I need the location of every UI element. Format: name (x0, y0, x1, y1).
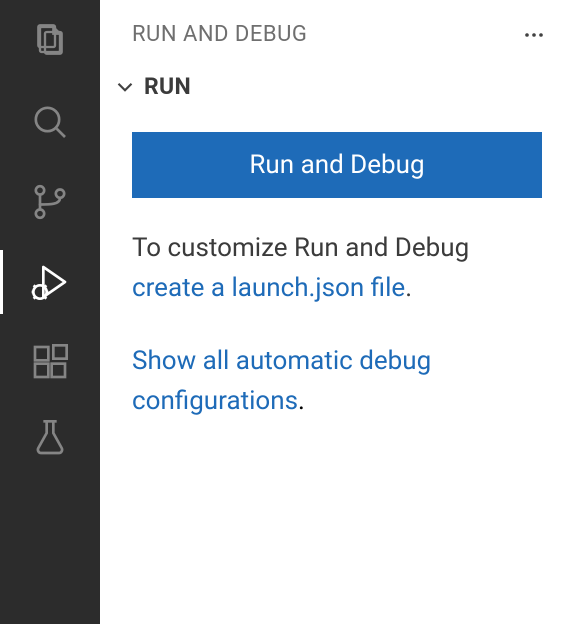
run-section-header[interactable]: RUN (100, 65, 574, 108)
run-section-content: Run and Debug To customize Run and Debug… (100, 108, 574, 421)
customize-help-text: To customize Run and Debug create a laun… (132, 228, 542, 309)
run-section-title: RUN (144, 73, 191, 100)
activity-item-explorer[interactable] (26, 18, 74, 66)
run-and-debug-button[interactable]: Run and Debug (132, 132, 542, 198)
extensions-icon (30, 342, 70, 382)
help-suffix: . (405, 273, 412, 303)
activity-item-extensions[interactable] (26, 338, 74, 386)
activity-item-search[interactable] (26, 98, 74, 146)
run-debug-sidebar: RUN AND DEBUG RUN Run and Debug To custo… (100, 0, 574, 624)
run-debug-icon (30, 262, 70, 302)
show-automatic-configs-link[interactable]: Show all automatic debug configurations (132, 346, 431, 416)
search-icon (30, 102, 70, 142)
help-prefix: To customize Run and Debug (132, 233, 469, 263)
beaker-icon (30, 418, 70, 458)
show-configs-text: Show all automatic debug configurations. (132, 341, 542, 422)
chevron-down-icon (112, 74, 138, 100)
activity-bar (0, 0, 100, 624)
activity-item-testing[interactable] (26, 414, 74, 462)
more-actions-button[interactable] (522, 23, 546, 47)
create-launch-json-link[interactable]: create a launch.json file (132, 273, 405, 303)
activity-item-run-debug[interactable] (26, 258, 74, 306)
files-icon (30, 22, 70, 62)
branch-icon (30, 182, 70, 222)
activity-item-source-control[interactable] (26, 178, 74, 226)
sidebar-title: RUN AND DEBUG (132, 22, 307, 47)
ellipsis-icon (522, 23, 546, 47)
help2-suffix: . (298, 386, 305, 416)
sidebar-header: RUN AND DEBUG (100, 0, 574, 65)
